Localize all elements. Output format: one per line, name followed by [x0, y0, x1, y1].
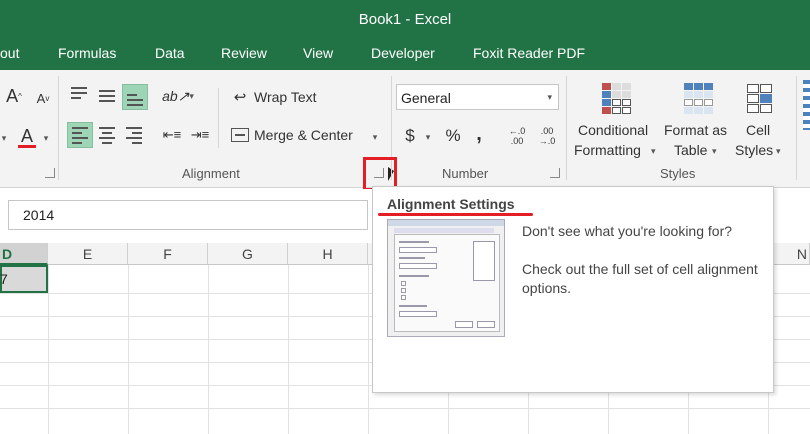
grid-line [0, 408, 810, 409]
tooltip-line-1: Don't see what you're looking for? [522, 223, 733, 239]
ribbon: A ^ Av ▾ A ▾ ab↗ ▾ ⇤≡ ⇥≡ ↩ Wrap Text Merge… [0, 70, 810, 188]
align-right-icon [126, 126, 142, 144]
tab-layout[interactable]: out [0, 45, 19, 61]
number-format-dropdown[interactable]: General ▾ [396, 84, 559, 110]
decrease-decimal-button[interactable]: .00 →.0 [534, 122, 560, 150]
font-color-button[interactable]: A [16, 124, 38, 150]
top-align-icon [71, 87, 87, 99]
tooltip-title-underline [378, 213, 533, 216]
merge-center-button[interactable]: Merge & Center [254, 127, 353, 143]
orientation-icon: ab↗ [162, 87, 190, 104]
column-header-h[interactable]: H [288, 243, 368, 265]
tab-data[interactable]: Data [155, 45, 185, 61]
tooltip-line-2: Check out the full set of cell alignment… [522, 261, 758, 296]
align-left-button[interactable] [67, 122, 93, 148]
format-as-table-label-1[interactable]: Format as [664, 122, 727, 138]
accounting-format-dropdown[interactable]: ▾ [423, 130, 433, 144]
group-separator [218, 88, 219, 148]
percent-style-button[interactable]: % [443, 124, 463, 148]
tab-developer[interactable]: Developer [371, 45, 435, 61]
align-right-button[interactable] [122, 122, 146, 148]
align-center-icon [99, 126, 115, 144]
selected-cell-value: 7 [0, 271, 8, 287]
group-separator [58, 76, 59, 180]
column-header-e[interactable]: E [48, 243, 128, 265]
conditional-formatting-dropdown[interactable]: ▾ [651, 146, 656, 157]
fill-color-dropdown[interactable]: ▾ [0, 130, 8, 146]
font-color-dropdown[interactable]: ▾ [42, 130, 50, 146]
merge-center-dropdown[interactable]: ▾ [370, 130, 380, 144]
format-cells-dialog-thumbnail [387, 219, 505, 337]
alignment-group-label: Alignment [182, 166, 240, 181]
decrease-indent-button[interactable]: ⇤≡ [160, 122, 184, 148]
top-align-button[interactable] [67, 84, 91, 108]
font-dialog-launcher[interactable] [45, 168, 55, 178]
conditional-formatting-icon [598, 78, 634, 118]
wrap-text-icon: ↩ [233, 89, 247, 106]
number-dialog-launcher[interactable] [550, 168, 560, 178]
number-format-value: General [401, 90, 451, 106]
wrap-text-button[interactable]: Wrap Text [254, 89, 317, 105]
tooltip-title: Alignment Settings [387, 196, 515, 212]
column-header-d[interactable]: D [0, 243, 48, 265]
tab-view[interactable]: View [303, 45, 333, 61]
number-group-label: Number [442, 166, 489, 181]
formula-bar-value: 2014 [23, 207, 55, 223]
center-button[interactable] [95, 122, 119, 148]
conditional-formatting-label-1[interactable]: Conditional [578, 122, 648, 138]
ribbon-tabs: out Formulas Data Review View Developer … [0, 38, 810, 70]
chevron-down-icon: ▾ [547, 92, 552, 102]
cells-insert-icon[interactable] [803, 80, 810, 130]
cell-styles-label-1[interactable]: Cell [746, 122, 770, 138]
group-separator [796, 76, 797, 180]
comma-style-button[interactable]: , [472, 122, 486, 146]
middle-align-icon [99, 90, 115, 102]
tab-review[interactable]: Review [221, 45, 267, 61]
format-as-table-icon [680, 78, 716, 118]
conditional-formatting-label-2[interactable]: Formatting [574, 142, 641, 158]
increase-decimal-button[interactable]: ←.0 .00 [504, 122, 530, 150]
group-separator [566, 76, 567, 180]
middle-align-button[interactable] [95, 84, 119, 108]
orientation-button[interactable]: ab↗ ▾ [160, 84, 196, 108]
cell-styles-icon [742, 78, 776, 118]
font-color-bar-icon [18, 144, 36, 148]
align-left-icon [72, 126, 88, 144]
merge-center-icon [228, 124, 252, 146]
alignment-settings-tooltip: Alignment Settings Don't see what you're… [372, 186, 774, 393]
cell-styles-dropdown[interactable]: ▾ [776, 146, 781, 157]
bottom-align-icon [127, 94, 143, 106]
bottom-align-button[interactable] [122, 84, 148, 110]
decrease-indent-icon: ⇤≡ [162, 127, 182, 142]
decrease-font-size-button[interactable]: Av [34, 88, 52, 108]
tab-foxit-reader-pdf[interactable]: Foxit Reader PDF [473, 45, 585, 61]
column-header-g[interactable]: G [208, 243, 288, 265]
format-as-table-label-2[interactable]: Table [674, 142, 707, 158]
cell-styles-label-2[interactable]: Styles [735, 142, 773, 158]
increase-indent-button[interactable]: ⇥≡ [188, 122, 212, 148]
format-as-table-dropdown[interactable]: ▾ [712, 146, 717, 157]
increase-font-size-button[interactable]: A ^ [4, 84, 24, 108]
column-header-f[interactable]: F [128, 243, 208, 265]
title-bar: Book1 - Excel [0, 0, 810, 38]
selected-cell[interactable]: 7 [0, 265, 48, 293]
tab-formulas[interactable]: Formulas [58, 45, 116, 61]
formula-bar[interactable]: 2014 [8, 200, 368, 230]
window-title: Book1 - Excel [358, 11, 452, 28]
styles-group-label: Styles [660, 166, 696, 181]
increase-indent-icon: ⇥≡ [190, 127, 210, 142]
column-header-n[interactable]: N [768, 243, 810, 265]
accounting-format-button[interactable]: $ [400, 124, 420, 148]
